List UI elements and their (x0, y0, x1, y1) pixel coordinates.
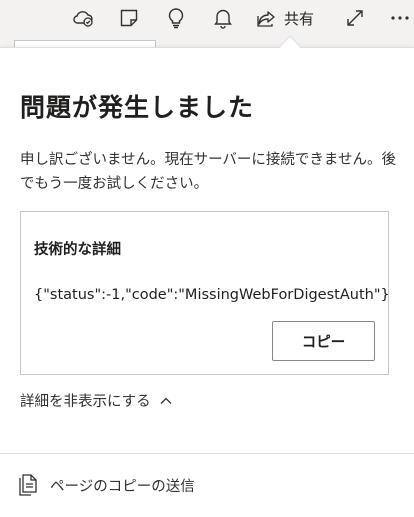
error-title: 問題が発生しました (20, 93, 255, 122)
lightbulb-icon[interactable] (162, 4, 190, 32)
send-page-copy-button[interactable]: ページのコピーの送信 (18, 473, 195, 497)
technical-details-box: 技術的な詳細 {"status":-1,"code":"MissingWebFo… (20, 211, 389, 375)
share-label: 共有 (284, 9, 315, 28)
send-page-copy-label: ページのコピーの送信 (50, 478, 195, 495)
error-flyout: 問題が発生しました 申し訳ございません。現在サーバーに接続できません。後でもう一… (0, 47, 414, 517)
hide-details-toggle[interactable]: 詳細を非表示にする (20, 390, 173, 411)
expand-icon[interactable] (341, 4, 369, 32)
chevron-up-icon (159, 396, 173, 406)
technical-details-heading: 技術的な詳細 (34, 242, 121, 258)
sticky-note-icon[interactable] (115, 4, 143, 32)
error-message: 申し訳ございません。現在サーバーに接続できません。後でもう一度お試しください。 (20, 152, 396, 192)
divider (0, 453, 414, 454)
more-icon[interactable] (386, 4, 414, 32)
bell-icon[interactable] (209, 4, 237, 32)
cloud-sync-icon[interactable] (70, 4, 98, 32)
hide-details-label: 詳細を非表示にする (20, 394, 151, 410)
error-code-text: {"status":-1,"code":"MissingWebForDigest… (34, 287, 389, 303)
share-icon (256, 8, 278, 28)
top-toolbar: 共有 (0, 0, 414, 36)
send-copy-icon (18, 473, 40, 497)
copy-button[interactable]: コピー (272, 321, 375, 361)
share-button[interactable]: 共有 (256, 4, 314, 32)
